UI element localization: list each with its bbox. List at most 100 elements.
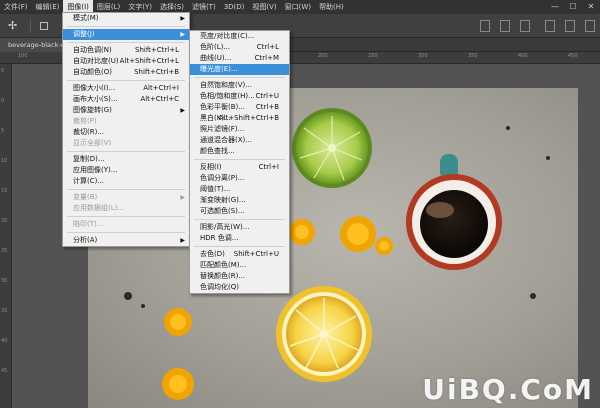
menu-item[interactable]: 匹配颜色(M)... [190,260,289,271]
menu-item-label: 亮度/对比度(C)... [200,32,255,40]
ruler-tick-label: 250 [368,53,378,59]
menu-separator [67,26,185,27]
distribute-icon[interactable] [565,20,575,32]
menu-item-label: 调整(J) [73,30,95,38]
menu-item[interactable]: 自然饱和度(V)... [190,80,289,91]
menu-item[interactable]: 阴影/高光(W)... [190,222,289,233]
menu-separator [67,42,185,43]
menu-item[interactable]: 画布大小(S)... Alt+Ctrl+C [63,94,189,105]
submenu-arrow-icon: ▶ [180,237,185,244]
menu-7[interactable]: 3D(D) [220,0,249,14]
menu-item-shortcut: Alt+Ctrl+I [143,84,179,92]
menu-9[interactable]: 窗口(W) [281,0,315,14]
align-icon[interactable] [520,20,530,32]
menu-item-label: 替换颜色(R)... [200,272,246,280]
menu-item[interactable]: 自动颜色(O) Shift+Ctrl+B [63,67,189,78]
menu-item-label: 应用数据组(L)... [73,204,125,212]
ruler-tick-label: 350 [468,53,478,59]
menu-0[interactable]: 文件(F) [0,0,32,14]
ruler-tick-label: 30 [1,278,8,284]
menu-item-shortcut: Ctrl+M [254,54,279,62]
menu-item[interactable]: 分析(A) ▶ [63,235,189,246]
close-icon[interactable]: ✕ [582,0,600,14]
menu-item-shortcut: Alt+Shift+Ctrl+B [218,114,279,122]
menu-item[interactable]: 黑白(K)... Alt+Shift+Ctrl+B [190,113,289,124]
menu-item[interactable]: 亮度/对比度(C)... [190,31,289,42]
menu-item-label: 曝光度(E)... [200,65,238,73]
menu-item-label: 图像旋转(G) [73,106,112,114]
menu-item-label: 曲线(U)... [200,54,232,62]
speck [530,293,536,299]
menu-item-label: 阴影/高光(W)... [200,223,250,231]
adjust-submenu: 亮度/对比度(C)... 色阶(L)... Ctrl+L 曲线(U)... Ctrl+M… [189,30,290,294]
align-icon[interactable] [500,20,510,32]
menu-item[interactable]: 曲线(U)... Ctrl+M [190,53,289,64]
menu-separator [67,232,185,233]
menu-item[interactable]: 色相/饱和度(H)... Ctrl+U [190,91,289,102]
ruler-tick-label: 25 [1,248,8,254]
distribute-icon[interactable] [585,20,595,32]
menu-item[interactable]: 曝光度(E)... [190,64,289,75]
menu-item-label: 图像大小(I)... [73,84,116,92]
menu-item-label: 自动颜色(O) [73,68,112,76]
document-tab[interactable]: beverage-black-c [0,38,64,52]
menu-10[interactable]: 帮助(H) [315,0,348,14]
menu-item-label: 自动对比度(U) [73,57,119,65]
menu-item[interactable]: HDR 色调... [190,233,289,244]
menu-item-label: 匹配颜色(M)... [200,261,247,269]
menu-item[interactable]: 照片滤镜(F)... [190,124,289,135]
menu-item[interactable]: 颜色查找... [190,146,289,157]
menu-item-label: 色调均化(Q) [200,283,239,291]
coffee-cup [406,154,502,270]
menu-separator [194,77,285,78]
menu-item[interactable]: 色阶(L)... Ctrl+L [190,42,289,53]
menu-item[interactable]: 色调分离(P)... [190,173,289,184]
menu-item[interactable]: 替换颜色(R)... [190,271,289,282]
menu-item-label: HDR 色调... [200,234,239,242]
menu-item[interactable]: 色彩平衡(B)... Ctrl+B [190,102,289,113]
menu-item[interactable]: 自动色调(N) Shift+Ctrl+L [63,45,189,56]
menu-item-label: 颜色查找... [200,147,235,155]
menu-item[interactable]: 自动对比度(U) Alt+Shift+Ctrl+L [63,56,189,67]
menu-item-label: 色调分离(P)... [200,174,245,182]
ruler-tick-label: 400 [518,53,528,59]
menu-item[interactable]: 渐变映射(G)... [190,195,289,206]
auto-select-checkbox[interactable] [40,22,48,30]
menu-item-shortcut: Alt+Ctrl+C [140,95,179,103]
speck [124,292,132,300]
menu-item[interactable]: 计算(C)... [63,176,189,187]
menu-item[interactable]: 调整(J) ▶ [63,29,189,40]
dandelion [289,219,315,245]
distribute-icon[interactable] [545,20,555,32]
menu-item[interactable]: 去色(D) Shift+Ctrl+U [190,249,289,260]
speck [141,304,145,308]
minimize-icon[interactable]: — [546,0,564,14]
menu-item-label: 色相/饱和度(H)... [200,92,255,100]
menu-item[interactable]: 色调均化(Q) [190,282,289,293]
menu-item-label: 分析(A) [73,236,98,244]
menu-item[interactable]: 阈值(T)... [190,184,289,195]
menu-item[interactable]: 通道混合器(X)... [190,135,289,146]
menu-item[interactable]: 图像大小(I)... Alt+Ctrl+I [63,83,189,94]
menu-item-label: 自动色调(N) [73,46,112,54]
menu-item[interactable]: 复制(D)... [63,154,189,165]
menu-item[interactable]: 裁切(R)... [63,127,189,138]
menu-item[interactable]: 模式(M) ▶ [63,13,189,24]
menu-item-shortcut: Ctrl+U [255,92,279,100]
menu-item[interactable]: 图像旋转(G) ▶ [63,105,189,116]
menu-item-shortcut: Ctrl+B [255,103,279,111]
menu-item[interactable]: 反相(I) Ctrl+I [190,162,289,173]
maximize-icon[interactable]: ☐ [564,0,582,14]
menu-item[interactable]: 应用图像(Y)... [63,165,189,176]
speck [546,156,550,160]
move-tool-icon[interactable]: ✢ [8,19,22,33]
menu-8[interactable]: 视图(V) [248,0,280,14]
align-icon[interactable] [480,20,490,32]
ruler-vertical: 5 0 5 10 15 20 25 30 35 40 45 [0,64,12,408]
menu-6[interactable]: 滤镜(T) [188,0,220,14]
menu-item[interactable]: 可选颜色(S)... [190,206,289,217]
menu-separator [67,151,185,152]
menu-1[interactable]: 编辑(E) [32,0,64,14]
menu-item: 应用数据组(L)... [63,203,189,214]
menu-item-label: 计算(C)... [73,177,105,185]
